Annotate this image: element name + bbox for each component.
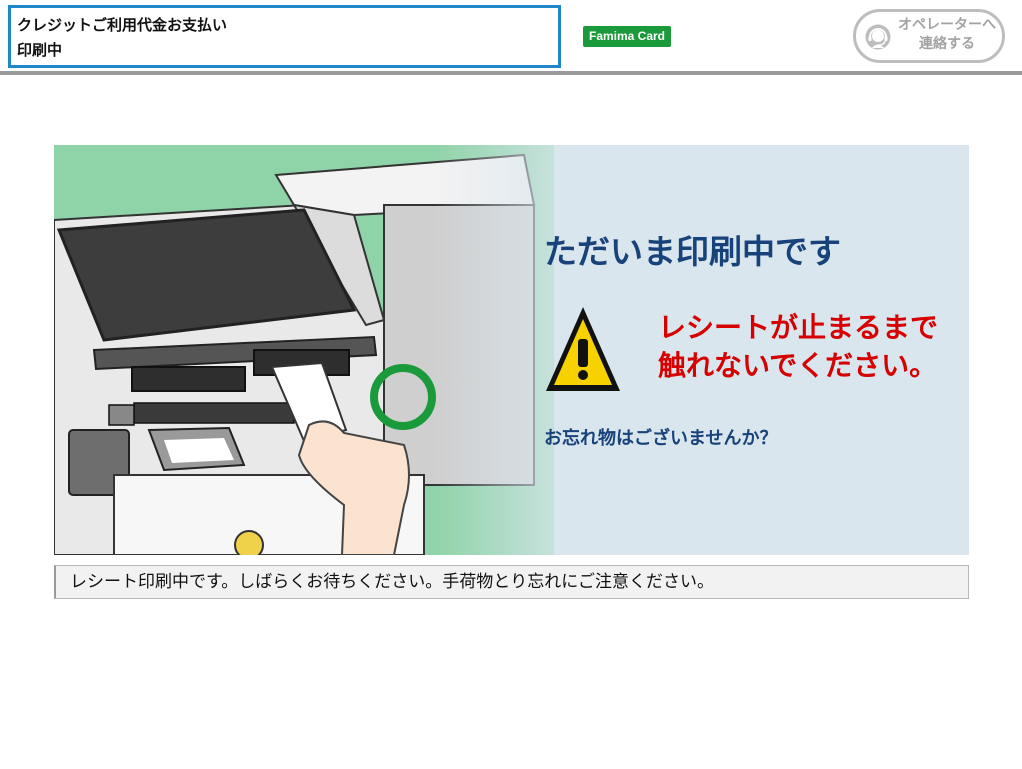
do-not-touch-warning: レシートが止まるまで 触れないでください。 — [658, 309, 938, 385]
operator-label-text: オペレーターへ 連絡する — [898, 17, 996, 52]
contact-operator-button[interactable]: オペレーターへ 連絡する — [853, 9, 1005, 63]
page-title: クレジットご利用代金お支払い — [17, 16, 228, 34]
header-divider — [0, 71, 1022, 75]
contact-operator-label: オペレーターへ 連絡する — [894, 16, 1000, 54]
warning-triangle-icon — [546, 307, 620, 391]
status-message: レシート印刷中です。しばらくお待ちください。手荷物とり忘れにご注意ください。 — [70, 572, 714, 592]
printing-illustration-panel: ただいま印刷中です レシートが止まるまで 触れないでください。 お忘れ物はござい… — [54, 145, 969, 555]
forgotten-items-message: お忘れ物はございませんか？ — [544, 428, 778, 449]
status-message-bar: レシート印刷中です。しばらくお待ちください。手荷物とり忘れにご注意ください。 — [54, 565, 969, 599]
warning-line-1: レシートが止まるまで — [658, 311, 939, 344]
page-title-box: クレジットご利用代金お支払い 印刷中 — [8, 5, 561, 68]
printing-heading: ただいま印刷中です — [544, 232, 841, 271]
warning-line-2: 触れないでください。 — [658, 349, 938, 382]
header-bar: クレジットご利用代金お支払い 印刷中 Famima Card オペレーターへ 連… — [0, 0, 1022, 76]
famima-card-logo: Famima Card — [583, 26, 671, 47]
headset-operator-icon — [865, 24, 891, 50]
page-subtitle: 印刷中 — [17, 41, 63, 59]
